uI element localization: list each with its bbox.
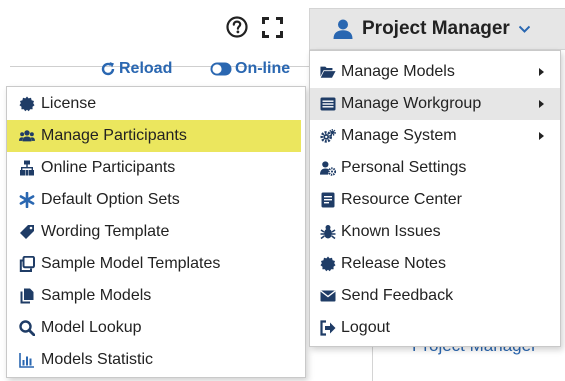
tag-icon	[19, 224, 35, 240]
menu-item-label: Model Lookup	[41, 319, 142, 336]
menu-item-model-lookup[interactable]: Model Lookup	[7, 312, 305, 344]
asterisk-icon	[19, 192, 35, 208]
users-icon	[19, 128, 35, 144]
bug-icon	[320, 224, 336, 240]
menu-item-label: Resource Center	[341, 191, 462, 208]
user-icon	[333, 19, 353, 39]
menu-item-release-notes[interactable]: Release Notes	[310, 248, 560, 280]
refresh-icon	[100, 61, 116, 77]
chevron-right-icon	[539, 100, 544, 108]
online-toggle[interactable]: On-line	[210, 60, 290, 78]
user-cog-icon	[320, 160, 336, 176]
folder-open-icon	[320, 64, 336, 80]
toggle-on-icon	[210, 62, 232, 76]
menu-item-label: Online Participants	[41, 159, 176, 176]
book-icon	[320, 192, 336, 208]
menu-item-default-option-sets[interactable]: Default Option Sets	[7, 184, 305, 216]
menu-item-label: Known Issues	[341, 223, 441, 240]
menu-item-license[interactable]: License	[7, 88, 305, 120]
fullscreen-icon[interactable]	[262, 17, 283, 38]
menu-item-label: Release Notes	[341, 255, 446, 272]
user-name-label: Project Manager	[362, 18, 510, 39]
menu-item-send-feedback[interactable]: Send Feedback	[310, 280, 560, 312]
menu-item-manage-participants[interactable]: Manage Participants	[7, 120, 301, 152]
user-dropdown-menu: Manage Models Manage Workgroup Manage Sy…	[309, 50, 561, 347]
menu-item-label: License	[41, 95, 97, 112]
menu-item-models-statistic[interactable]: Models Statistic	[7, 344, 305, 376]
workgroup-submenu: License Manage Participants Online Parti…	[6, 86, 306, 378]
caret-down-icon	[518, 25, 530, 33]
reload-label: Reload	[119, 60, 173, 77]
badge-icon	[19, 96, 35, 112]
sitemap-icon	[19, 160, 35, 176]
chevron-right-icon	[539, 132, 544, 140]
question-circle-icon[interactable]	[226, 16, 248, 38]
menu-item-known-issues[interactable]: Known Issues	[310, 216, 560, 248]
menu-item-label: Manage System	[341, 127, 457, 144]
cogs-icon	[320, 128, 336, 144]
menu-item-label: Personal Settings	[341, 159, 467, 176]
menu-item-label: Send Feedback	[341, 287, 454, 304]
menu-item-label: Wording Template	[41, 223, 170, 240]
menu-item-manage-models[interactable]: Manage Models	[310, 56, 560, 88]
menu-item-label: Manage Models	[341, 63, 455, 80]
menu-item-online-participants[interactable]: Online Participants	[7, 152, 305, 184]
menu-item-label: Manage Participants	[41, 127, 187, 144]
search-icon	[19, 320, 35, 336]
user-menu-button[interactable]: Project Manager	[309, 8, 565, 50]
sign-out-icon	[320, 320, 336, 336]
menu-item-sample-model-templates[interactable]: Sample Model Templates	[7, 248, 305, 280]
menu-item-label: Manage Workgroup	[341, 95, 482, 112]
menu-item-sample-models[interactable]: Sample Models	[7, 280, 305, 312]
menu-item-label: Sample Model Templates	[41, 255, 221, 272]
menu-item-wording-template[interactable]: Wording Template	[7, 216, 305, 248]
menu-item-resource-center[interactable]: Resource Center	[310, 184, 560, 216]
menu-item-label: Default Option Sets	[41, 191, 180, 208]
reload-link[interactable]: Reload	[100, 60, 172, 78]
menu-item-label: Models Statistic	[41, 351, 154, 368]
menu-item-manage-system[interactable]: Manage System	[310, 120, 560, 152]
chevron-right-icon	[539, 68, 544, 76]
copy-icon	[19, 288, 35, 304]
envelope-icon	[320, 288, 336, 304]
bar-chart-icon	[19, 352, 35, 368]
certificate-icon	[320, 256, 336, 272]
menu-item-personal-settings[interactable]: Personal Settings	[310, 152, 560, 184]
clone-icon	[19, 256, 35, 272]
panel-divider	[372, 345, 373, 381]
menu-item-logout[interactable]: Logout	[310, 312, 560, 344]
list-icon	[320, 96, 336, 112]
menu-item-label: Sample Models	[41, 287, 152, 304]
menu-item-label: Logout	[341, 319, 390, 336]
online-label: On-line	[235, 60, 291, 77]
menu-item-manage-workgroup[interactable]: Manage Workgroup	[310, 88, 560, 120]
